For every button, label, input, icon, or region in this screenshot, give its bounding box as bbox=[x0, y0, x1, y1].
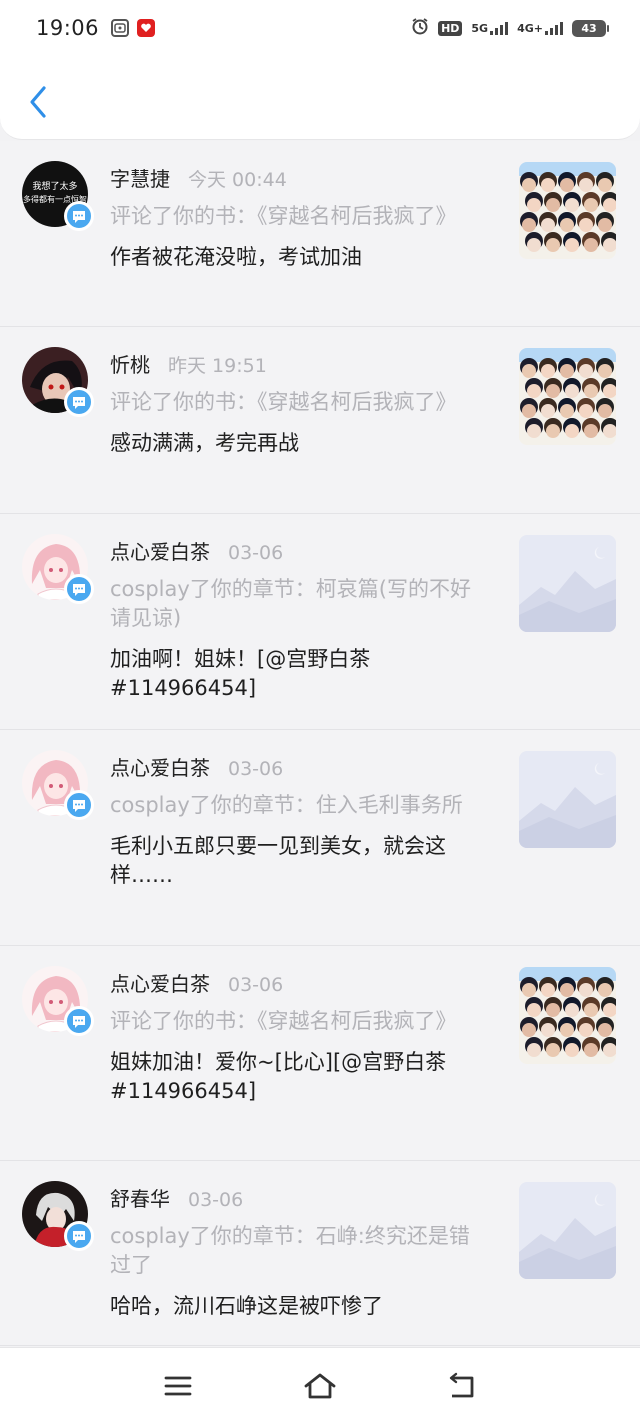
signal-bars-icon bbox=[490, 21, 509, 35]
message-badge-icon bbox=[64, 790, 94, 820]
user-name[interactable]: 点心爱白茶 bbox=[110, 968, 210, 997]
notification-meta: 忻桃 昨天 19:51 bbox=[110, 349, 490, 378]
notification-content: 忻桃 昨天 19:51 评论了你的书：《穿越名柯后我疯了》感动满满，考完再战 bbox=[110, 349, 490, 458]
back-button[interactable] bbox=[18, 78, 58, 126]
status-bar: 19:06 HD 5G 4G+ 43 bbox=[0, 0, 640, 56]
message-badge-icon bbox=[64, 1221, 94, 1251]
status-indicators: HD 5G 4G+ 43 bbox=[411, 17, 609, 39]
notification-meta: 字慧捷 今天 00:44 bbox=[110, 163, 490, 192]
notification-content: 点心爱白茶 03-06 评论了你的书：《穿越名柯后我疯了》姐妹加油！爱你~[比心][… bbox=[110, 968, 490, 1106]
home-button[interactable] bbox=[300, 1368, 340, 1404]
comment-text: 感动满满，考完再战 bbox=[110, 431, 299, 455]
header-bar bbox=[0, 56, 640, 140]
comment-text: 加油啊！姐妹！[@宫野白茶#114966454] bbox=[110, 647, 371, 700]
notification-content: 点心爱白茶 03-06 cosplay了你的章节：住入毛利事务所毛利小五郎只要一见到… bbox=[110, 752, 490, 890]
menu-button[interactable] bbox=[158, 1368, 198, 1404]
book-thumbnail[interactable] bbox=[519, 967, 616, 1064]
notification-meta: 点心爱白茶 03-06 bbox=[110, 536, 490, 565]
book-thumbnail[interactable] bbox=[519, 751, 616, 848]
notification-list: 我想了太多 多得都有一点恒智 字慧捷 今天 00:44 评论了你的书：《穿越名柯后我疯了… bbox=[0, 141, 640, 1346]
battery-icon: 43 bbox=[572, 19, 609, 37]
notification-time: 03-06 bbox=[228, 542, 284, 564]
user-avatar[interactable] bbox=[22, 534, 94, 604]
action-description[interactable]: 评论了你的书：《穿越名柯后我疯了》 bbox=[110, 388, 490, 417]
action-description[interactable]: 评论了你的书：《穿越名柯后我疯了》 bbox=[110, 1007, 490, 1036]
back-arrow-icon bbox=[449, 1372, 474, 1398]
user-name[interactable]: 字慧捷 bbox=[110, 163, 170, 192]
user-name[interactable]: 点心爱白茶 bbox=[110, 752, 210, 781]
comment-text: 毛利小五郎只要一见到美女，就会这样…… bbox=[110, 834, 446, 887]
book-thumbnail[interactable] bbox=[519, 535, 616, 632]
alarm-icon bbox=[411, 17, 429, 39]
avatar-text-1: 我想了太多 bbox=[32, 180, 77, 192]
notification-item[interactable]: 忻桃 昨天 19:51 评论了你的书：《穿越名柯后我疯了》感动满满，考完再战 bbox=[0, 327, 640, 514]
message-badge-icon bbox=[64, 574, 94, 604]
action-description[interactable]: 评论了你的书：《穿越名柯后我疯了》 bbox=[110, 202, 490, 231]
user-avatar[interactable] bbox=[22, 966, 94, 1036]
action-description[interactable]: cosplay了你的章节：石峥:终究还是错过了 bbox=[110, 1222, 490, 1280]
notification-time: 今天 00:44 bbox=[188, 169, 287, 191]
comment-text: 哈哈，流川石峥这是被吓惨了 bbox=[110, 1294, 383, 1318]
user-avatar[interactable] bbox=[22, 1181, 94, 1251]
notification-meta: 舒春华 03-06 bbox=[110, 1183, 490, 1212]
menu-icon bbox=[164, 1376, 192, 1396]
home-icon bbox=[304, 1373, 336, 1399]
notification-item[interactable]: 我想了太多 多得都有一点恒智 字慧捷 今天 00:44 评论了你的书：《穿越名柯后我疯了… bbox=[0, 141, 640, 327]
message-badge-icon bbox=[64, 1006, 94, 1036]
book-thumbnail[interactable] bbox=[519, 348, 616, 445]
message-badge-icon bbox=[64, 201, 94, 231]
notification-time: 03-06 bbox=[228, 974, 284, 996]
network-5g-label: 5G bbox=[471, 21, 489, 35]
notification-meta: 点心爱白茶 03-06 bbox=[110, 968, 490, 997]
signal-bars-icon bbox=[545, 21, 563, 35]
user-name[interactable]: 忻桃 bbox=[110, 349, 150, 378]
message-badge-icon bbox=[64, 387, 94, 417]
user-name[interactable]: 舒春华 bbox=[110, 1183, 170, 1212]
notification-time: 昨天 19:51 bbox=[168, 355, 267, 377]
notification-meta: 点心爱白茶 03-06 bbox=[110, 752, 490, 781]
chevron-left-icon bbox=[30, 86, 46, 118]
status-app-icons bbox=[111, 19, 156, 37]
notification-item[interactable]: 点心爱白茶 03-06 cosplay了你的章节：柯哀篇(写的不好请见谅) 加油啊！姐… bbox=[0, 514, 640, 730]
action-description[interactable]: cosplay了你的章节：住入毛利事务所 bbox=[110, 791, 490, 820]
action-description[interactable]: cosplay了你的章节：柯哀篇(写的不好请见谅) bbox=[110, 575, 490, 633]
user-avatar[interactable] bbox=[22, 347, 94, 417]
signal-4g: 4G+ bbox=[517, 21, 563, 35]
notification-time: 03-06 bbox=[188, 1189, 244, 1211]
network-4g-label: 4G+ bbox=[517, 21, 543, 35]
system-nav-bar bbox=[0, 1347, 640, 1425]
notification-item[interactable]: 点心爱白茶 03-06 评论了你的书：《穿越名柯后我疯了》姐妹加油！爱你~[比心][… bbox=[0, 946, 640, 1161]
user-avatar[interactable]: 我想了太多 多得都有一点恒智 bbox=[22, 161, 94, 231]
hd-badge: HD bbox=[438, 20, 463, 36]
nav-back-button[interactable] bbox=[442, 1368, 482, 1404]
notification-content: 字慧捷 今天 00:44 评论了你的书：《穿越名柯后我疯了》作者被花淹没啦，考试加油 bbox=[110, 163, 490, 272]
app-heart-icon bbox=[137, 19, 156, 37]
app-notification-icon bbox=[111, 19, 130, 37]
status-time: 19:06 bbox=[36, 16, 100, 40]
book-thumbnail[interactable] bbox=[519, 162, 616, 259]
comment-text: 姐妹加油！爱你~[比心][@宫野白茶#114966454] bbox=[110, 1050, 447, 1103]
notification-item[interactable]: 点心爱白茶 03-06 cosplay了你的章节：住入毛利事务所毛利小五郎只要一见到… bbox=[0, 730, 640, 946]
notification-time: 03-06 bbox=[228, 758, 284, 780]
comment-text: 作者被花淹没啦，考试加油 bbox=[110, 245, 362, 269]
notification-item[interactable]: 舒春华 03-06 cosplay了你的章节：石峥:终究还是错过了哈哈，流川石峥这是… bbox=[0, 1161, 640, 1346]
notification-content: 点心爱白茶 03-06 cosplay了你的章节：柯哀篇(写的不好请见谅) 加油啊！姐… bbox=[110, 536, 490, 703]
user-name[interactable]: 点心爱白茶 bbox=[110, 536, 210, 565]
signal-5g: 5G bbox=[471, 21, 509, 35]
book-thumbnail[interactable] bbox=[519, 1182, 616, 1279]
notification-content: 舒春华 03-06 cosplay了你的章节：石峥:终究还是错过了哈哈，流川石峥这是… bbox=[110, 1183, 490, 1321]
user-avatar[interactable] bbox=[22, 750, 94, 820]
